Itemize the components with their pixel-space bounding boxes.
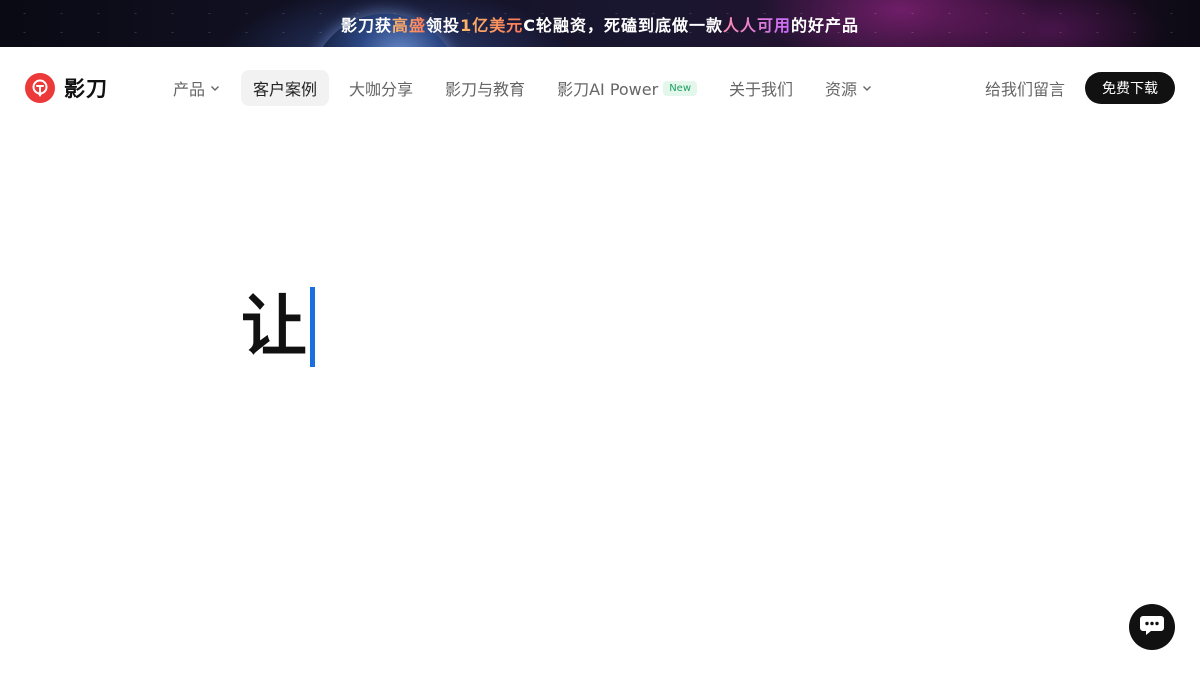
new-badge: New	[663, 80, 698, 96]
chevron-down-icon	[209, 82, 221, 94]
announcement-banner[interactable]: 影刀获高盛领投1亿美元C轮融资，死磕到底做一款人人可用的好产品	[0, 0, 1200, 47]
logo-text: 影刀	[64, 77, 108, 101]
free-download-button[interactable]: 免费下载	[1085, 72, 1175, 104]
banner-highlight: 高盛	[392, 15, 427, 35]
nav-item-products[interactable]: 产品	[161, 70, 233, 106]
banner-segment: 领投	[426, 15, 461, 35]
nav-item-customer-cases[interactable]: 客户案例	[241, 70, 330, 106]
nav-item-about-us[interactable]: 关于我们	[717, 70, 805, 106]
banner-segment: C轮融资，死磕到底做一款	[523, 15, 723, 35]
chat-bubble-icon	[1139, 613, 1165, 641]
banner-highlight: 人人可用	[722, 15, 791, 35]
nav-item-label: 客户案例	[253, 80, 318, 99]
yingdao-logo-icon	[25, 73, 55, 103]
banner-highlight: 1亿美元	[460, 15, 524, 35]
nav-item-label: 大咖分享	[349, 80, 414, 99]
banner-segment: 影刀获	[341, 15, 393, 35]
nav-item-expert-sharing[interactable]: 大咖分享	[337, 70, 425, 106]
nav-item-resources[interactable]: 资源	[813, 70, 885, 106]
nav-item-label: 产品	[173, 80, 206, 99]
banner-segment: 的好产品	[790, 15, 859, 35]
nav-item-education[interactable]: 影刀与教育	[433, 70, 537, 106]
nav-actions: 给我们留言 免费下载	[985, 72, 1175, 104]
banner-text: 影刀获高盛领投1亿美元C轮融资，死磕到底做一款人人可用的好产品	[341, 12, 859, 36]
typing-caret	[310, 287, 315, 367]
main-nav: 产品 客户案例 大咖分享 影刀与教育 影刀AI Power New 关于我们 资…	[161, 70, 893, 106]
nav-item-label: 影刀AI Power	[557, 80, 659, 99]
logo[interactable]: 影刀	[25, 73, 108, 103]
top-navbar: 影刀 产品 客户案例 大咖分享 影刀与教育 影刀AI Power New 关于我…	[0, 47, 1200, 129]
chevron-down-icon	[861, 82, 873, 94]
chat-button[interactable]	[1129, 604, 1175, 650]
leave-message-link[interactable]: 给我们留言	[985, 76, 1065, 100]
nav-item-label: 关于我们	[729, 80, 794, 99]
hero-typed-text: 让	[241, 288, 307, 365]
nav-item-ai-power[interactable]: 影刀AI Power New	[545, 70, 709, 106]
nav-item-label: 影刀与教育	[445, 80, 526, 99]
hero-typing: 让	[241, 287, 315, 367]
nav-item-label: 资源	[825, 80, 858, 99]
